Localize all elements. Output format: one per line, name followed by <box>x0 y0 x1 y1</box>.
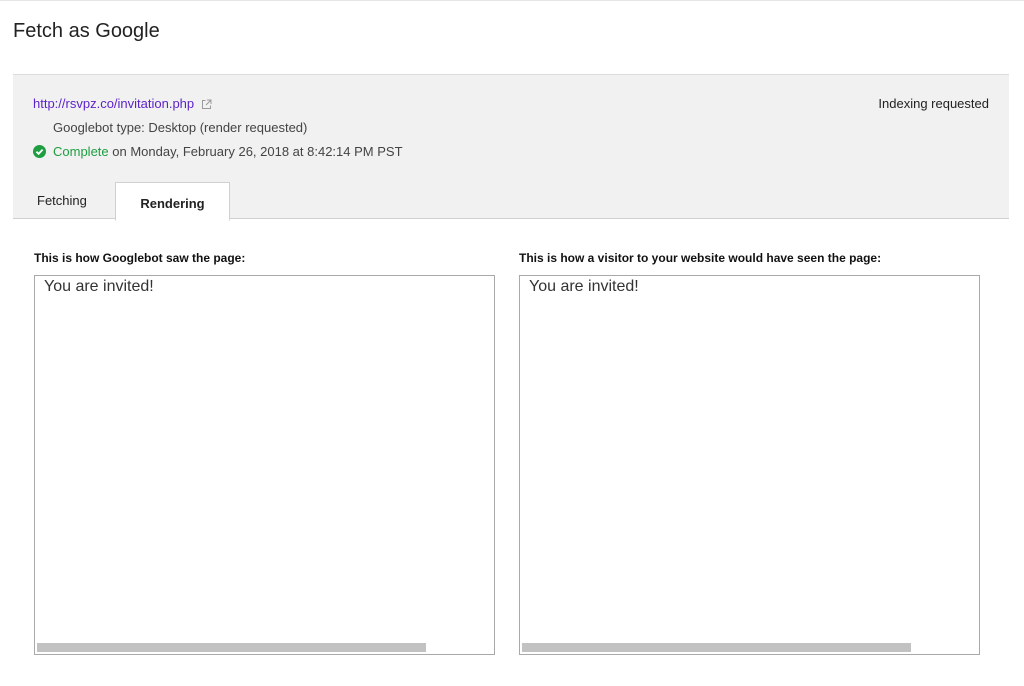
googlebot-horizontal-scrollbar[interactable] <box>37 643 426 652</box>
googlebot-view-heading: This is how Googlebot saw the page: <box>34 251 246 265</box>
completion-status: Complete on Monday, February 26, 2018 at… <box>33 144 403 159</box>
fetch-summary-panel: http://rsvpz.co/invitation.php Indexing … <box>13 74 1009 221</box>
visitor-render-frame[interactable]: You are invited! <box>519 275 980 655</box>
tab-fetching[interactable]: Fetching <box>13 182 115 220</box>
external-link-icon[interactable] <box>201 98 212 109</box>
check-circle-icon <box>33 145 46 158</box>
googlebot-render-frame[interactable]: You are invited! <box>34 275 495 655</box>
googlebot-render-content: You are invited! <box>44 278 154 295</box>
visitor-view-heading: This is how a visitor to your website wo… <box>519 251 882 265</box>
visitor-horizontal-scrollbar[interactable] <box>522 643 911 652</box>
tab-rendering[interactable]: Rendering <box>115 182 230 221</box>
visitor-render-content: You are invited! <box>529 278 639 295</box>
top-divider <box>0 0 1024 1</box>
complete-label: Complete <box>53 144 109 159</box>
url-row: http://rsvpz.co/invitation.php <box>33 96 212 111</box>
googlebot-type: Googlebot type: Desktop (render requeste… <box>53 120 308 135</box>
indexing-status: Indexing requested <box>878 96 989 111</box>
completion-timestamp: on Monday, February 26, 2018 at 8:42:14 … <box>108 144 403 159</box>
fetched-url-link[interactable]: http://rsvpz.co/invitation.php <box>33 96 194 111</box>
page-title: Fetch as Google <box>13 20 160 42</box>
